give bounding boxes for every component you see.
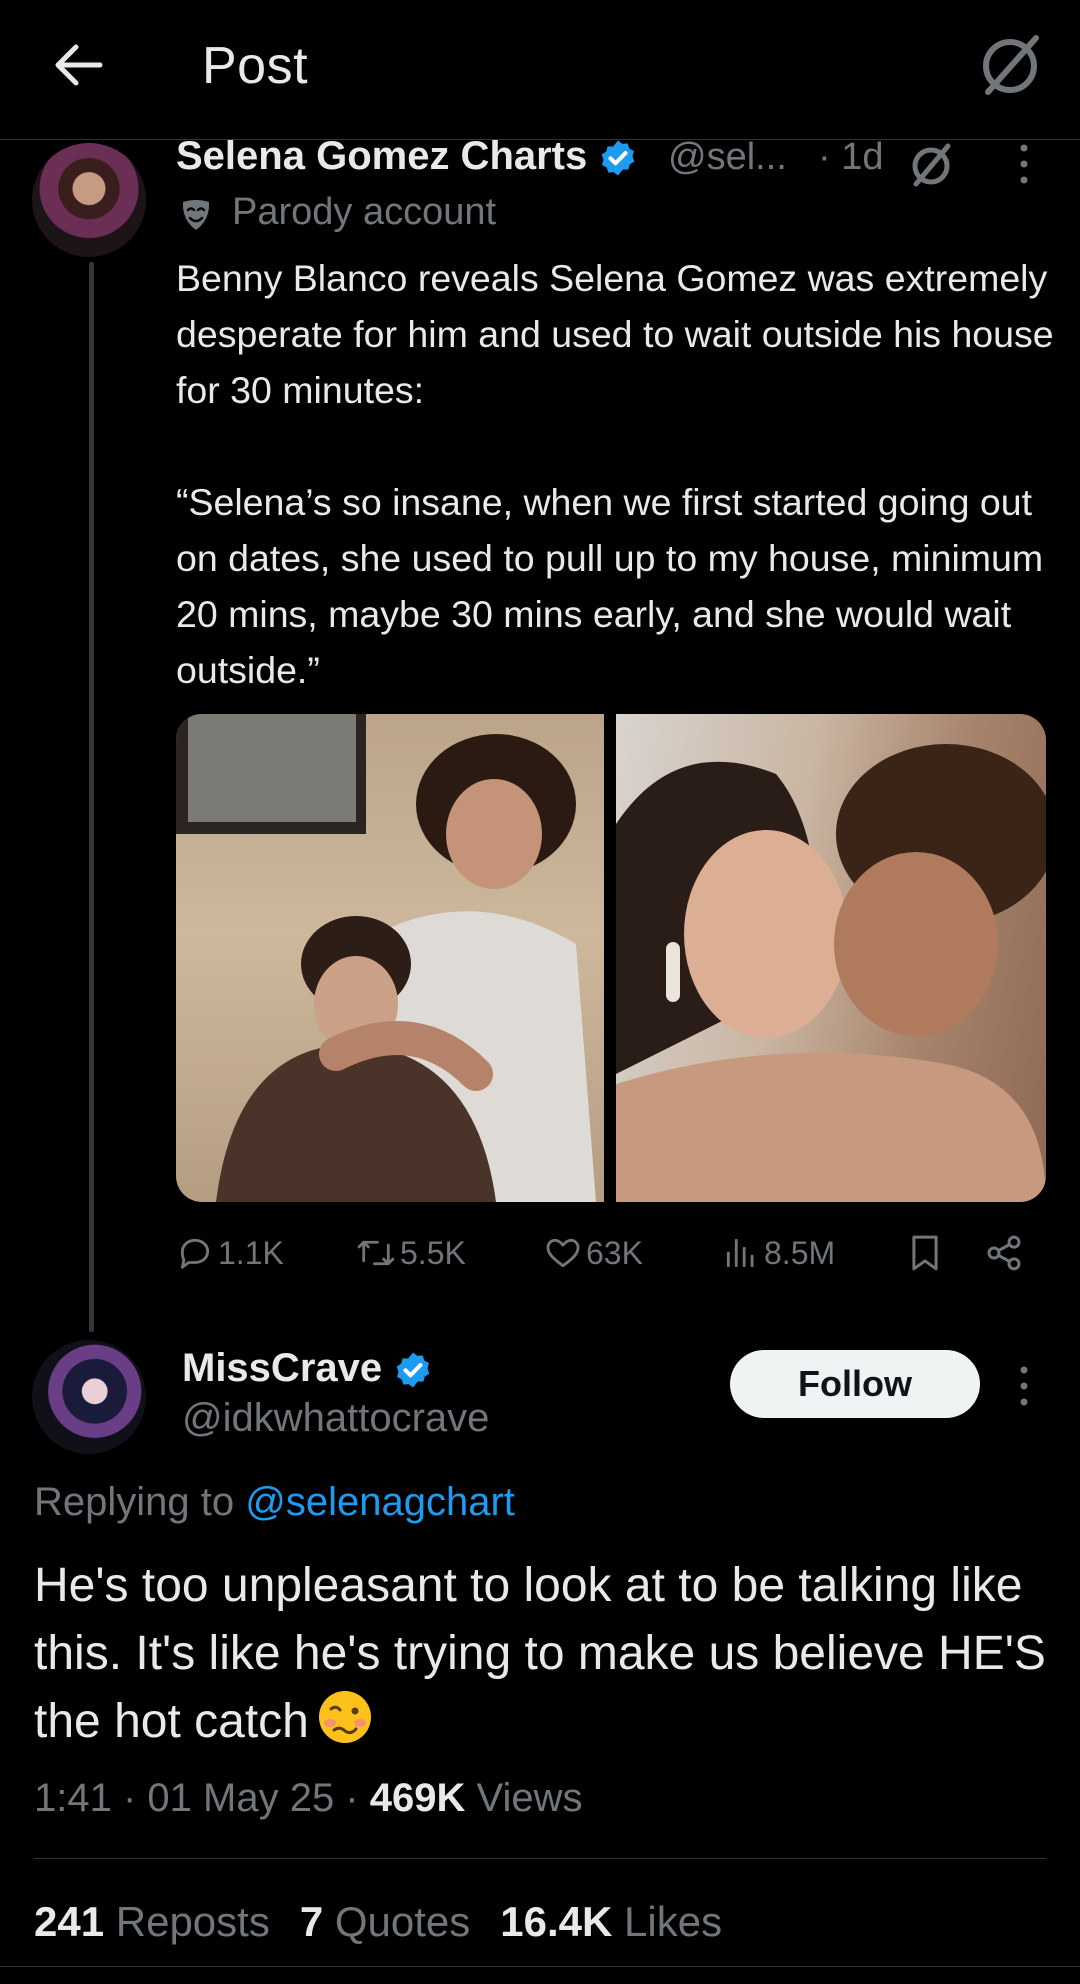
replying-to: Replying to @selenagchart — [34, 1480, 515, 1525]
reposts-stat[interactable]: 241 Reposts — [34, 1898, 270, 1945]
replying-to-link[interactable]: @selenagchart — [245, 1480, 515, 1524]
reply-icon — [180, 1238, 210, 1269]
reply-text: He's too unpleasant to look at to be tal… — [34, 1552, 1054, 1756]
author-name[interactable]: Selena Gomez Charts — [176, 134, 638, 179]
engagement-stats: 241 Reposts 7 Quotes 16.4K Likes — [34, 1898, 722, 1946]
share-icon[interactable] — [984, 1232, 1024, 1274]
quotes-stat[interactable]: 7 Quotes — [300, 1898, 470, 1945]
quotes-label: Quotes — [334, 1898, 471, 1945]
thread-line — [89, 262, 94, 1332]
reply-action[interactable]: 1.1K — [176, 1228, 284, 1278]
like-count: 63K — [586, 1234, 643, 1271]
back-arrow-icon[interactable] — [52, 38, 106, 92]
views-action[interactable]: 8.5M — [722, 1228, 835, 1278]
parody-mask-icon — [182, 200, 210, 230]
avatar[interactable] — [32, 1340, 146, 1454]
replying-prefix: Replying to — [34, 1480, 235, 1524]
author-name-text: Selena Gomez Charts — [176, 134, 588, 178]
divider — [34, 1858, 1046, 1859]
post-time-detail: 1:41 — [34, 1776, 112, 1820]
parody-label: Parody account — [232, 191, 497, 233]
media-photo-left[interactable] — [176, 714, 604, 1202]
more-icon[interactable] — [1014, 142, 1034, 186]
likes-count: 16.4K — [500, 1898, 613, 1945]
follow-button[interactable]: Follow — [730, 1350, 980, 1418]
author-handle[interactable]: @sel... — [668, 136, 787, 179]
bookmark-icon[interactable] — [906, 1232, 944, 1274]
media-photo-right[interactable] — [616, 714, 1046, 1202]
quotes-count: 7 — [299, 1898, 324, 1945]
likes-label: Likes — [624, 1898, 723, 1945]
reposts-label: Reposts — [115, 1898, 270, 1945]
grok-icon[interactable] — [978, 30, 1042, 98]
grok-icon[interactable] — [908, 140, 954, 188]
likes-stat[interactable]: 16.4K Likes — [500, 1898, 722, 1945]
views-icon — [726, 1238, 754, 1268]
top-bar: Post — [0, 0, 1080, 140]
woozy-face-emoji — [318, 1691, 371, 1743]
page-title: Post — [202, 37, 309, 95]
like-action[interactable]: 63K — [544, 1228, 643, 1278]
tweet-actions: 1.1K 5.5K 63K 8.5M — [176, 1228, 1036, 1278]
post-date: 01 May 25 — [147, 1776, 335, 1820]
repost-count: 5.5K — [400, 1234, 466, 1271]
like-icon — [546, 1238, 580, 1268]
verified-icon — [602, 140, 635, 176]
post-time[interactable]: · 1d — [818, 136, 883, 179]
views-count-detail: 469K — [369, 1776, 466, 1820]
reply-author-name-text: MissCrave — [182, 1346, 383, 1390]
repost-icon — [357, 1240, 395, 1266]
reply-count: 1.1K — [218, 1234, 284, 1271]
reply-author-name[interactable]: MissCrave — [182, 1346, 433, 1391]
reposts-count: 241 — [34, 1898, 105, 1945]
photo-right-illustration — [616, 744, 1046, 1202]
views-count: 8.5M — [764, 1234, 836, 1271]
views-label: Views — [476, 1776, 583, 1820]
repost-action[interactable]: 5.5K — [356, 1228, 466, 1278]
verified-icon — [396, 1352, 430, 1388]
reply-text-content: He's too unpleasant to look at to be tal… — [34, 1559, 1046, 1748]
reply-author-handle[interactable]: @idkwhattocrave — [182, 1396, 489, 1441]
photo-left-illustration — [176, 714, 596, 1202]
avatar[interactable] — [32, 143, 146, 257]
divider — [0, 1966, 1080, 1967]
post-meta: 1:41 · 01 May 25 · 469K Views — [34, 1776, 583, 1820]
more-icon[interactable] — [1014, 1364, 1034, 1408]
tweet-text: Benny Blanco reveals Selena Gomez was ex… — [176, 257, 1054, 691]
